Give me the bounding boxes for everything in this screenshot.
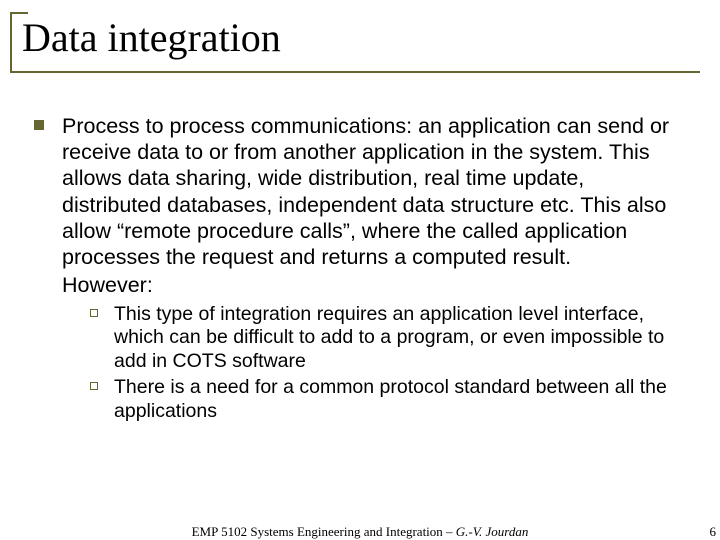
slide: Data integration Process to process comm… <box>0 10 720 540</box>
title-top-notch <box>10 12 28 14</box>
title-left-rule <box>10 12 12 73</box>
page-number: 6 <box>710 524 717 540</box>
main-paragraph: Process to process communications: an ap… <box>62 113 686 270</box>
square-bullet-icon <box>34 120 44 130</box>
slide-body: Process to process communications: an ap… <box>34 113 686 423</box>
bullet-level1-content: Process to process communications: an ap… <box>62 113 686 423</box>
bullet-level2: There is a need for a common protocol st… <box>90 376 686 424</box>
sub-item-text: This type of integration requires an app… <box>114 303 686 374</box>
slide-footer: EMP 5102 Systems Engineering and Integra… <box>0 524 720 540</box>
bullet-level2: This type of integration requires an app… <box>90 303 686 374</box>
footer-author: G.-V. Jourdan <box>456 524 529 539</box>
however-label: However: <box>62 272 686 298</box>
sub-bullet-group: This type of integration requires an app… <box>90 303 686 424</box>
hollow-square-bullet-icon <box>90 382 98 390</box>
hollow-square-bullet-icon <box>90 309 98 317</box>
footer-course: EMP 5102 Systems Engineering and Integra… <box>192 524 456 539</box>
slide-title: Data integration <box>10 10 700 71</box>
title-underline <box>10 71 700 73</box>
bullet-level1: Process to process communications: an ap… <box>34 113 686 423</box>
sub-item-text: There is a need for a common protocol st… <box>114 376 686 424</box>
title-block: Data integration <box>10 10 700 73</box>
